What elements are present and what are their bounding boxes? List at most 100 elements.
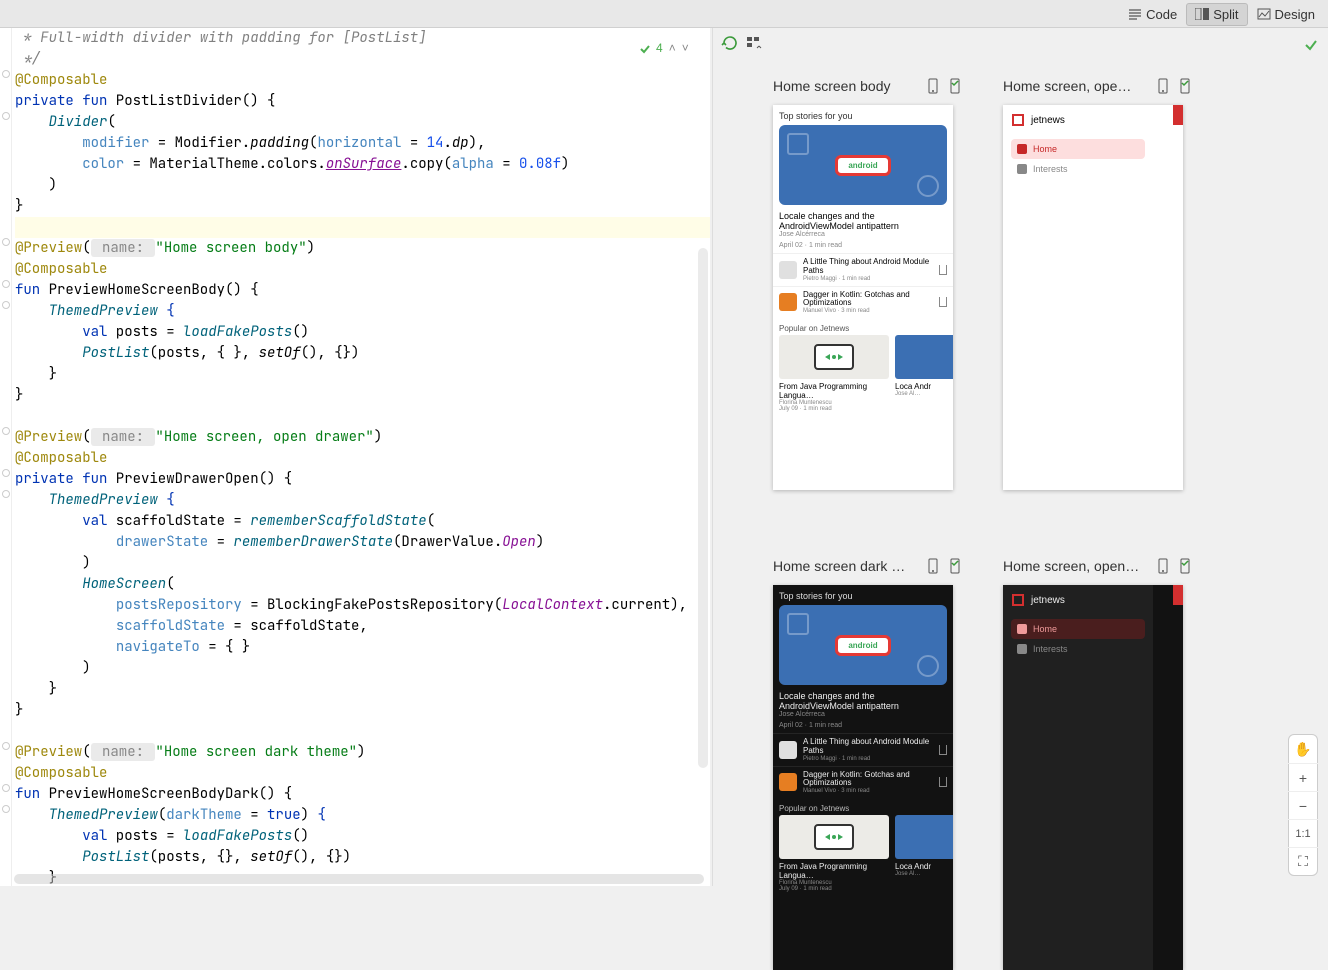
code-line[interactable]: val posts = loadFakePosts() (15, 322, 710, 343)
code-line[interactable]: */ (15, 49, 710, 70)
code-line[interactable]: ) (15, 658, 710, 679)
preview-title: Home screen dark … (773, 558, 905, 574)
drawer-item: Home (1011, 139, 1145, 159)
settings-icon[interactable] (745, 34, 763, 52)
view-mode-design-label: Design (1275, 7, 1315, 22)
card: From Java Programming Langua…Florina Mun… (779, 815, 889, 892)
code-line[interactable]: fun PreviewHomeScreenBody() { (15, 280, 710, 301)
hero-image: android (779, 125, 947, 205)
thumbnail-icon (779, 293, 797, 311)
code-line[interactable]: } (15, 364, 710, 385)
check-icon (640, 43, 650, 53)
code-line[interactable]: ) (15, 175, 710, 196)
deploy-icon[interactable] (1155, 558, 1171, 574)
deploy-icon[interactable] (925, 558, 941, 574)
refresh-icon[interactable] (721, 34, 739, 52)
thumbnail-icon (779, 261, 797, 279)
zoom-out-button[interactable]: − (1288, 791, 1318, 819)
card: Loca AndrJose Al… (895, 815, 953, 892)
code-line[interactable]: @Composable (15, 70, 710, 91)
editor-problems-indicator: 4 ˄ ˅ (640, 38, 689, 58)
code-line[interactable]: navigateTo = { } (15, 637, 710, 658)
zoom-in-button[interactable]: + (1288, 763, 1318, 791)
drawer-logo: jetnews (1011, 113, 1145, 127)
code-line[interactable]: color = MaterialTheme.colors.onSurface.c… (15, 154, 710, 175)
editor-topbar: Code Split Design (0, 0, 1328, 28)
pan-button[interactable]: ✋ (1288, 735, 1318, 763)
code-line[interactable]: drawerState = rememberDrawerState(Drawer… (15, 532, 710, 553)
chevron-down-icon[interactable]: ˅ (682, 41, 689, 55)
code-line[interactable]: private fun PostListDivider() { (15, 91, 710, 112)
top-stories-heading: Top stories for you (773, 105, 953, 125)
view-mode-split[interactable]: Split (1186, 3, 1247, 26)
status-ok-icon (1304, 38, 1318, 52)
code-line[interactable]: scaffoldState = scaffoldState, (15, 616, 710, 637)
code-line[interactable]: } (15, 679, 710, 700)
code-line[interactable]: * Full-width divider with padding for [P… (15, 28, 710, 49)
deploy-icon[interactable] (1155, 78, 1171, 94)
preview-device: Top stories for you android Locale chang… (773, 585, 953, 970)
code-line[interactable]: fun PreviewHomeScreenBodyDark() { (15, 784, 710, 805)
code-line[interactable]: @Composable (15, 448, 710, 469)
editor-gutter (0, 28, 12, 886)
interactive-icon[interactable] (1177, 558, 1193, 574)
code-line[interactable] (15, 721, 710, 742)
horizontal-scrollbar[interactable] (14, 874, 704, 884)
code-line[interactable]: @Preview( name: "Home screen, open drawe… (15, 427, 710, 448)
app-bar-accent (1173, 105, 1183, 125)
code-line[interactable]: private fun PreviewDrawerOpen() { (15, 469, 710, 490)
chevron-up-icon[interactable]: ˄ (669, 41, 676, 55)
design-icon (1257, 8, 1271, 20)
interactive-icon[interactable] (947, 78, 963, 94)
code-editor[interactable]: * Full-width divider with padding for [P… (0, 28, 710, 886)
code-line[interactable]: @Preview( name: "Home screen dark theme"… (15, 742, 710, 763)
code-line[interactable]: @Preview( name: "Home screen body") (15, 238, 710, 259)
code-icon (1128, 8, 1142, 20)
view-mode-design[interactable]: Design (1248, 3, 1324, 26)
nav-drawer: jetnews Home Interests (1003, 105, 1153, 490)
interactive-icon[interactable] (947, 558, 963, 574)
view-mode-code[interactable]: Code (1119, 3, 1186, 26)
deploy-icon[interactable] (925, 78, 941, 94)
code-line[interactable]: val scaffoldState = rememberScaffoldStat… (15, 511, 710, 532)
list-item: A Little Thing about Android Module Path… (773, 733, 953, 766)
code-line[interactable] (15, 406, 710, 427)
code-line[interactable]: ) (15, 553, 710, 574)
preview-title: Home screen, ope… (1003, 78, 1131, 94)
code-line[interactable]: PostList(posts, {}, setOf(), {}) (15, 847, 710, 868)
thumbnail-icon (779, 741, 797, 759)
drawer-item-icon (1017, 164, 1027, 174)
zoom-reset-button[interactable]: 1:1 (1288, 819, 1318, 847)
hero-meta: April 02 · 1 min read (773, 722, 953, 733)
code-line[interactable]: Divider( (15, 112, 710, 133)
interactive-icon[interactable] (1177, 78, 1193, 94)
preview-title: Home screen body (773, 78, 891, 94)
code-line[interactable]: val posts = loadFakePosts() (15, 826, 710, 847)
code-line[interactable]: HomeScreen( (15, 574, 710, 595)
hero-meta: April 02 · 1 min read (773, 242, 953, 253)
bookmark-icon (939, 265, 947, 275)
code-line[interactable]: ThemedPreview { (15, 301, 710, 322)
code-line[interactable] (15, 217, 710, 238)
code-line[interactable]: @Composable (15, 763, 710, 784)
hero-author: Jose Alcérreca (773, 231, 953, 242)
code-line[interactable]: ThemedPreview { (15, 490, 710, 511)
code-line[interactable]: ThemedPreview(darkTheme = true) { (15, 805, 710, 826)
code-line[interactable]: } (15, 700, 710, 721)
view-mode-code-label: Code (1146, 7, 1177, 22)
preview-device: Top stories for you android Locale chang… (773, 105, 953, 490)
preview-item: Home screen dark … Top stories for you a… (773, 558, 963, 970)
zoom-fit-button[interactable]: ⛶ (1288, 847, 1318, 875)
code-line[interactable]: postsRepository = BlockingFakePostsRepos… (15, 595, 710, 616)
code-line[interactable]: modifier = Modifier.padding(horizontal =… (15, 133, 710, 154)
code-line[interactable]: @Composable (15, 259, 710, 280)
preview-pane: Home screen body Top stories for you and… (712, 28, 1328, 886)
code-line[interactable]: PostList(posts, { }, setOf(), {}) (15, 343, 710, 364)
bookmark-icon (939, 297, 947, 307)
code-line[interactable]: } (15, 196, 710, 217)
vertical-scrollbar[interactable] (698, 248, 708, 768)
drawer-item: Home (1011, 619, 1145, 639)
code-line[interactable]: } (15, 385, 710, 406)
preview-item: Home screen, ope… jetnews Home Interests (1003, 78, 1193, 508)
card-image (779, 815, 889, 859)
